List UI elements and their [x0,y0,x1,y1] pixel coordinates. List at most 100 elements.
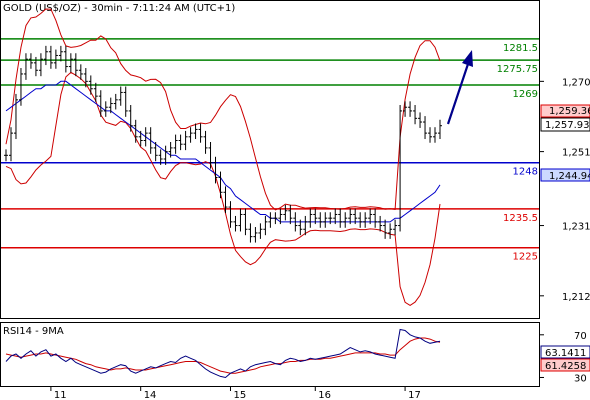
rsi-panel-frame [0,322,540,387]
chart-title: GOLD (US$/OZ) - 30min - 7:11:24 AM (UTC+… [3,3,235,14]
svg-text:1,244.94: 1,244.94 [549,171,590,182]
price-bar [393,219,398,236]
price-bar [98,90,103,117]
svg-text:1,259.36: 1,259.36 [549,106,590,117]
price-bar [418,112,423,128]
price-bar [228,201,233,228]
price-bar [428,127,433,143]
rsi-line [5,328,441,379]
price-levels: 1281.5 1275.75 1269 1248 1235.5 1225 [1,38,539,263]
price-bar [73,53,78,77]
price-bar [268,212,273,228]
y-tick-label: 1,231 [562,222,590,233]
price-bar [198,123,203,143]
price-panel-frame [0,0,540,319]
price-bar [43,45,48,66]
price-bar [103,101,108,117]
price-bar [183,130,188,151]
level-label: 1281.5 [503,43,538,54]
price-bar [13,93,18,140]
price-bar [383,219,388,239]
x-tick-label: 11 [54,390,67,400]
price-bar [203,130,208,154]
price-bar [233,215,238,232]
level-label: 1275.75 [497,64,538,75]
price-bar [283,204,288,221]
rsi-ma-value-badge: 61.4258 [540,358,590,372]
price-bar [113,93,118,110]
price-bar [288,204,293,225]
gold-chart: GOLD (US$/OZ) - 30min - 7:11:24 AM (UTC+… [0,0,590,400]
price-bar [413,105,418,125]
upper-band-badge: 1,259.36 [540,104,590,118]
level-label: 1269 [513,89,538,100]
price-bar [48,45,53,69]
price-bar [388,223,393,239]
moving-average [5,80,441,223]
rsi-y-tick-label: 70 [574,331,587,342]
price-bar [63,45,68,73]
price-bar [133,119,138,143]
price-bar [408,101,413,117]
last-price-badge: 1,257.93 [540,117,590,132]
y-tick-label: 1,212 [562,292,590,303]
price-bar [318,212,323,228]
rsi-y-tick-label: 30 [574,373,587,384]
price-bar [358,212,363,228]
price-bar [378,215,383,232]
price-bar [258,223,263,239]
price-bar [373,208,378,228]
bollinger-lower [5,71,441,306]
price-bar [273,212,278,225]
level-label: 1225 [513,252,538,263]
price-bar [23,53,28,80]
price-bar [308,208,313,228]
x-tick-label: 14 [144,390,157,400]
price-bar [193,123,198,140]
price-bar [4,149,8,162]
price-bar [28,53,33,69]
price-bar [53,49,58,69]
price-bar [8,127,13,162]
y-tick-label: 1,270 [562,77,590,88]
y-tick-label: 1,251 [562,148,590,159]
level-label: 1248 [513,167,538,178]
price-bar [148,127,153,154]
price-bar [253,227,258,243]
price-bar [208,141,213,169]
price-bar [433,127,438,143]
ma-value-badge: 1,244.94 [540,168,590,182]
price-bar [123,86,128,117]
price-bar [248,223,253,243]
x-tick-label: 16 [318,390,331,400]
svg-text:1,257.93: 1,257.93 [545,120,590,131]
rsi-lines [5,328,441,379]
price-bar [338,208,343,228]
ma-line [5,80,441,223]
price-bar [243,208,248,236]
price-bar [68,53,73,73]
price-bar [58,45,63,62]
price-bars [4,45,442,243]
price-bar [173,134,178,154]
rsi-ma-line [5,337,441,374]
svg-text:63.1411: 63.1411 [545,348,586,359]
svg-text:61.4258: 61.4258 [545,361,586,372]
x-tick-label: 17 [408,390,421,400]
price-bar [343,212,348,228]
arrow-head [462,50,473,67]
price-bar [438,119,442,140]
price-bar [323,212,328,228]
rsi-value-badge: 63.1411 [540,345,590,359]
arrow-shaft [446,63,470,125]
level-label: 1235.5 [503,213,538,224]
price-bar [363,212,368,228]
trend-arrow [446,50,473,125]
price-bar [128,105,133,132]
price-bar [188,127,193,143]
price-bar [38,53,43,77]
x-tick-label: 15 [233,390,246,400]
rsi-title: RSI14 - 9MA [3,326,64,337]
price-bar [18,68,23,106]
price-bar [238,208,243,232]
